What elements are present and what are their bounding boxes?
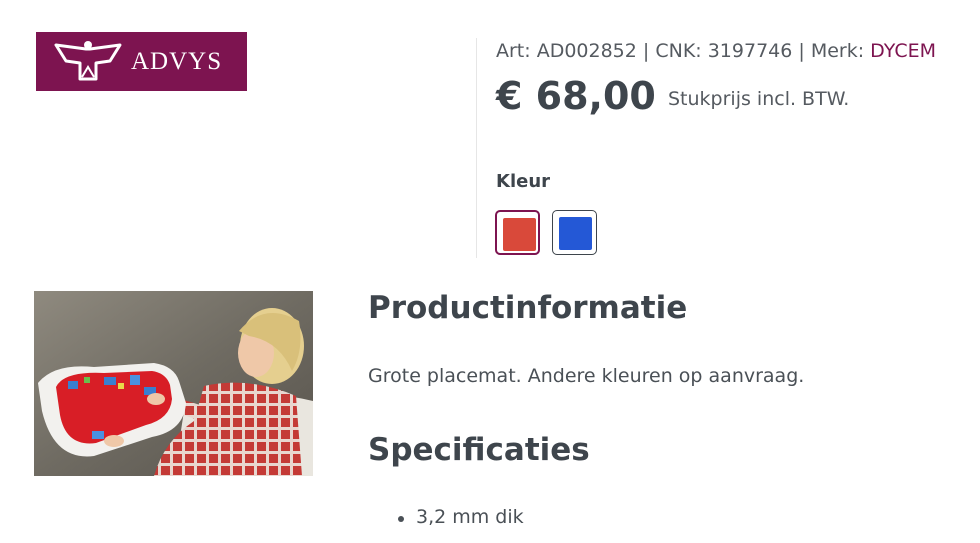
swatch-fill-red	[503, 218, 536, 251]
spec-item: 3,2 mm dik	[396, 506, 524, 528]
advys-emblem-icon	[54, 41, 122, 81]
logo-text: ADVYS	[131, 48, 223, 75]
advys-logo[interactable]: ADVYS	[36, 32, 247, 91]
color-swatch-blue[interactable]	[552, 210, 597, 255]
product-description: Grote placemat. Andere kleuren op aanvra…	[368, 365, 805, 387]
product-meta: Art: AD002852 | CNK: 3197746 | Merk: DYC…	[496, 40, 936, 62]
product-info-heading: Productinformatie	[368, 290, 688, 326]
color-label: Kleur	[496, 171, 551, 192]
specifications-list: 3,2 mm dik	[396, 506, 524, 528]
product-image[interactable]	[34, 291, 313, 476]
swatch-fill-blue	[559, 217, 592, 250]
product-meta-codes: Art: AD002852 | CNK: 3197746 | Merk:	[496, 40, 865, 62]
specifications-heading: Specificaties	[368, 432, 590, 468]
price-note: Stukprijs incl. BTW.	[668, 88, 850, 110]
product-price: € 68,00	[496, 74, 656, 118]
product-photo-illustration	[34, 291, 313, 476]
brand-link[interactable]: DYCEM	[870, 40, 936, 62]
product-page: ADVYS Art: AD002852 | CNK: 3197746 | Mer…	[0, 0, 980, 543]
color-swatch-red[interactable]	[495, 210, 540, 255]
column-divider	[476, 38, 477, 258]
